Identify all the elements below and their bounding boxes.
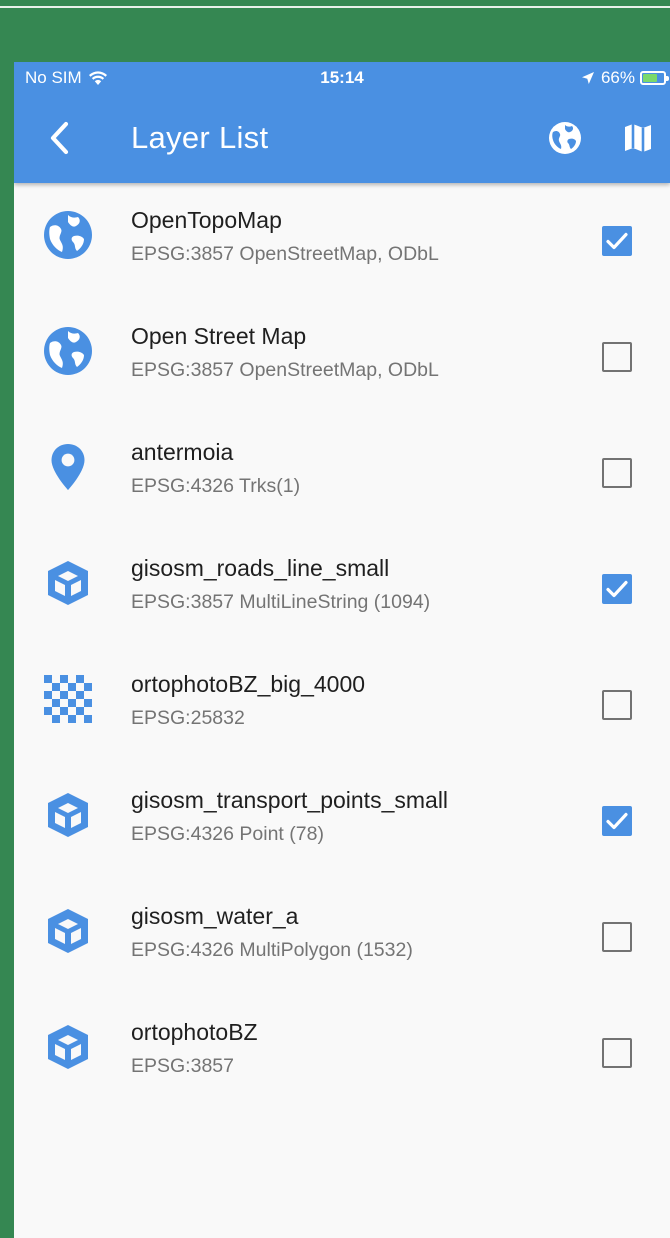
battery-percent: 66% — [600, 68, 635, 87]
back-button[interactable] — [42, 118, 78, 158]
layer-row-7[interactable]: gisosm_water_a EPSG:4326 MultiPolygon (1… — [14, 879, 670, 995]
map-button[interactable] — [620, 120, 656, 156]
layer-detail: EPSG:4326 MultiPolygon (1532) — [131, 939, 413, 961]
phone-screen: No SIM 15:14 66% Layer List OpenTopoMap … — [14, 62, 670, 1238]
layer-detail: EPSG:25832 — [131, 707, 245, 729]
globe-button[interactable] — [547, 120, 583, 156]
layer-row-4[interactable]: gisosm_roads_line_small EPSG:3857 MultiL… — [14, 531, 670, 647]
location-arrow-icon — [581, 72, 594, 84]
status-time: 15:14 — [320, 68, 364, 87]
globe-icon — [42, 209, 94, 261]
vector-cube-icon — [42, 905, 94, 957]
vector-cube-icon — [42, 557, 94, 609]
layer-visibility-checkbox[interactable] — [602, 1038, 632, 1068]
vector-cube-icon — [42, 1021, 94, 1073]
layer-name: gisosm_transport_points_small — [131, 787, 449, 813]
layer-visibility-checkbox[interactable] — [602, 458, 632, 488]
layer-row-5[interactable]: ortophotoBZ_big_4000 EPSG:25832 — [14, 647, 670, 763]
chevron-left-icon — [50, 121, 69, 155]
layer-row-2[interactable]: Open Street Map EPSG:3857 OpenStreetMap,… — [14, 299, 670, 415]
layer-name: Open Street Map — [131, 323, 307, 349]
layer-visibility-checkbox[interactable] — [602, 226, 632, 256]
globe-icon — [549, 122, 581, 154]
map-icon — [625, 124, 651, 152]
layer-visibility-checkbox[interactable] — [602, 690, 632, 720]
top-divider-line — [0, 6, 670, 8]
layer-name: ortophotoBZ — [131, 1019, 258, 1045]
layer-name: ortophotoBZ_big_4000 — [131, 671, 366, 697]
globe-icon — [42, 325, 94, 377]
layer-visibility-checkbox[interactable] — [602, 574, 632, 604]
layer-visibility-checkbox[interactable] — [602, 922, 632, 952]
battery-icon — [640, 71, 669, 85]
checkmark-icon — [606, 812, 628, 830]
app-bar: No SIM 15:14 66% Layer List — [14, 62, 670, 183]
layer-name: antermoia — [131, 439, 234, 465]
layer-name: OpenTopoMap — [131, 207, 282, 233]
vector-cube-icon — [42, 789, 94, 841]
layer-visibility-checkbox[interactable] — [602, 806, 632, 836]
layer-detail: EPSG:3857 OpenStreetMap, ODbL — [131, 243, 439, 265]
layer-detail: EPSG:4326 Point (78) — [131, 823, 324, 845]
layer-detail: EPSG:4326 Trks(1) — [131, 475, 301, 497]
status-right: 66% — [581, 68, 669, 88]
layer-row-1[interactable]: OpenTopoMap EPSG:3857 OpenStreetMap, ODb… — [14, 183, 670, 299]
layer-visibility-checkbox[interactable] — [602, 342, 632, 372]
status-bar: No SIM 15:14 66% — [14, 62, 670, 94]
layer-row-3[interactable]: antermoia EPSG:4326 Trks(1) — [14, 415, 670, 531]
layer-row-8[interactable]: ortophotoBZ EPSG:3857 — [14, 995, 670, 1111]
checkmark-icon — [606, 580, 628, 598]
layer-detail: EPSG:3857 OpenStreetMap, ODbL — [131, 359, 439, 381]
layer-detail: EPSG:3857 MultiLineString (1094) — [131, 591, 431, 613]
layer-detail: EPSG:3857 — [131, 1055, 234, 1077]
checkerboard-icon — [42, 673, 94, 725]
layer-row-6[interactable]: gisosm_transport_points_small EPSG:4326 … — [14, 763, 670, 879]
layer-name: gisosm_water_a — [131, 903, 299, 929]
layer-list: OpenTopoMap EPSG:3857 OpenStreetMap, ODb… — [14, 183, 670, 1111]
layer-name: gisosm_roads_line_small — [131, 555, 390, 581]
checkmark-icon — [606, 232, 628, 250]
page-title: Layer List — [131, 120, 269, 155]
map-marker-icon — [42, 441, 94, 493]
